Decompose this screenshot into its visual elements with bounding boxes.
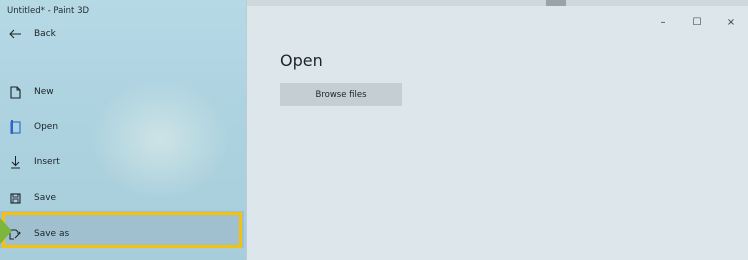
maximize-button[interactable]: ☐ (680, 14, 714, 30)
sidebar-item-save[interactable]: Save (0, 186, 246, 210)
pointer-arrow-icon (0, 218, 12, 244)
window-title: Untitled* - Paint 3D (7, 6, 90, 16)
sidebar-item-open[interactable]: Open (0, 115, 246, 139)
highlight-box (2, 212, 242, 248)
open-folder-icon (8, 120, 22, 134)
sidebar-item-label: Save (34, 193, 57, 203)
sidebar-item-new[interactable]: New (0, 80, 246, 104)
save-disk-icon (8, 191, 22, 205)
window-controls: – ☐ × (646, 14, 748, 30)
sidebar-item-label: Open (34, 122, 59, 132)
new-file-icon (8, 85, 22, 99)
back-label: Back (34, 29, 56, 39)
close-button[interactable]: × (714, 14, 748, 30)
page-title: Open (280, 51, 323, 70)
insert-arrow-icon (8, 155, 22, 169)
sidebar-item-insert[interactable]: Insert (0, 150, 246, 174)
back-button[interactable]: Back (0, 22, 246, 46)
sidebar-item-label: New (34, 87, 54, 97)
paint3d-window: Untitled* - Paint 3D Back New Open Inser… (0, 0, 748, 260)
browse-files-button[interactable]: Browse files (280, 83, 402, 106)
sidebar-item-label: Insert (34, 157, 60, 167)
minimize-button[interactable]: – (646, 14, 680, 30)
back-arrow-icon (8, 27, 22, 41)
main-panel: – ☐ × Open Browse files (247, 6, 748, 260)
